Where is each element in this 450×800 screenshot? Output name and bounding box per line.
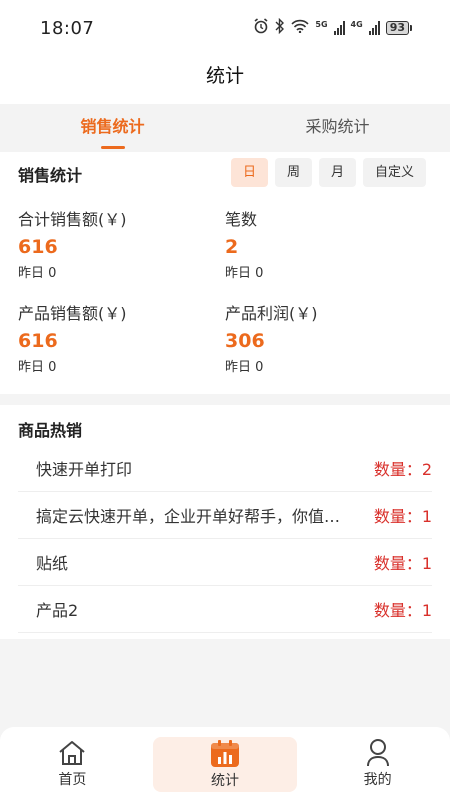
- battery-icon: 93: [385, 21, 412, 35]
- stat-value: 306: [225, 330, 265, 352]
- stat-yesterday: 昨日 0: [18, 266, 57, 281]
- alarm-icon: [253, 18, 269, 38]
- list-item[interactable]: 贴纸 数量：1: [18, 539, 432, 586]
- stat-product-profit: 产品利润(￥) 306 昨日 0: [225, 304, 318, 376]
- nav-label: 统计: [211, 772, 239, 789]
- sales-stats-card: 销售统计 日 周 月 自定义 合计销售额(￥) 616 昨日 0 笔数 2 昨日…: [0, 152, 450, 394]
- section-title-hot: 商品热销: [18, 421, 83, 440]
- product-qty: 数量：2: [373, 460, 432, 479]
- nav-stats[interactable]: 统计: [152, 737, 298, 792]
- list-item[interactable]: 搞定云快速开单，企业开单好帮手，你值得拥有 数量：1: [18, 492, 432, 539]
- period-month-button[interactable]: 月: [318, 158, 356, 187]
- hot-products-card: 商品热销 快速开单打印 数量：2 搞定云快速开单，企业开单好帮手，你值得拥有 数…: [0, 405, 450, 639]
- tab-sales-stats[interactable]: 销售统计: [0, 104, 225, 152]
- tab-label: 销售统计: [80, 117, 145, 136]
- product-name: 搞定云快速开单，企业开单好帮手，你值得拥有: [36, 507, 356, 526]
- network-4g-label: 4G: [350, 20, 363, 29]
- stat-label: 笔数: [225, 210, 258, 229]
- user-icon: [366, 738, 389, 766]
- nav-label: 首页: [58, 771, 87, 788]
- signal-icon: [333, 21, 345, 35]
- status-icons: 5G 4G 93: [253, 17, 412, 38]
- battery-level: 93: [385, 21, 409, 35]
- stat-yesterday: 昨日 0: [18, 360, 57, 375]
- stat-value: 2: [225, 236, 239, 258]
- chart-icon: [211, 739, 239, 767]
- stat-value: 616: [18, 330, 58, 352]
- nav-label: 我的: [363, 771, 392, 788]
- home-icon: [59, 740, 85, 765]
- status-time: 18:07: [40, 17, 95, 39]
- product-qty: 数量：1: [373, 554, 432, 573]
- nav-home[interactable]: 首页: [0, 727, 145, 800]
- product-name: 贴纸: [36, 554, 69, 573]
- nav-profile[interactable]: 我的: [305, 727, 450, 800]
- period-day-button[interactable]: 日: [230, 158, 268, 187]
- stat-value: 616: [18, 236, 58, 258]
- stat-label: 合计销售额(￥): [18, 210, 127, 229]
- period-custom-button[interactable]: 自定义: [362, 158, 426, 187]
- stat-yesterday: 昨日 0: [225, 360, 264, 375]
- page-title: 统计: [0, 56, 450, 104]
- product-qty: 数量：1: [373, 601, 432, 620]
- stat-yesterday: 昨日 0: [225, 266, 264, 281]
- status-bar: 18:07 5G 4G 93: [0, 0, 450, 56]
- signal-icon-2: [368, 21, 380, 35]
- stat-product-sales: 产品销售额(￥) 616 昨日 0: [18, 304, 127, 376]
- stat-order-count: 笔数 2 昨日 0: [225, 210, 263, 282]
- tab-purchase-stats[interactable]: 采购统计: [225, 104, 450, 152]
- bluetooth-icon: [275, 17, 285, 38]
- wifi-icon: [291, 19, 309, 37]
- product-name: 产品2: [36, 601, 79, 620]
- bottom-nav: 首页 统计 我的: [0, 727, 450, 800]
- list-item[interactable]: 产品2 数量：1: [18, 586, 432, 633]
- stat-label: 产品销售额(￥): [18, 304, 127, 323]
- tab-label: 采购统计: [305, 117, 370, 136]
- list-item[interactable]: 快速开单打印 数量：2: [18, 445, 432, 492]
- network-5g-label: 5G: [315, 20, 328, 29]
- stat-label: 产品利润(￥): [225, 304, 318, 323]
- section-title-sales: 销售统计: [18, 166, 83, 185]
- stat-total-sales: 合计销售额(￥) 616 昨日 0: [18, 210, 127, 282]
- product-qty: 数量：1: [373, 507, 432, 526]
- tab-underline: [100, 146, 125, 149]
- tab-bar: 销售统计 采购统计: [0, 104, 450, 152]
- period-week-button[interactable]: 周: [274, 158, 312, 187]
- product-name: 快速开单打印: [36, 460, 133, 479]
- period-selector: 日 周 月 自定义: [230, 158, 426, 187]
